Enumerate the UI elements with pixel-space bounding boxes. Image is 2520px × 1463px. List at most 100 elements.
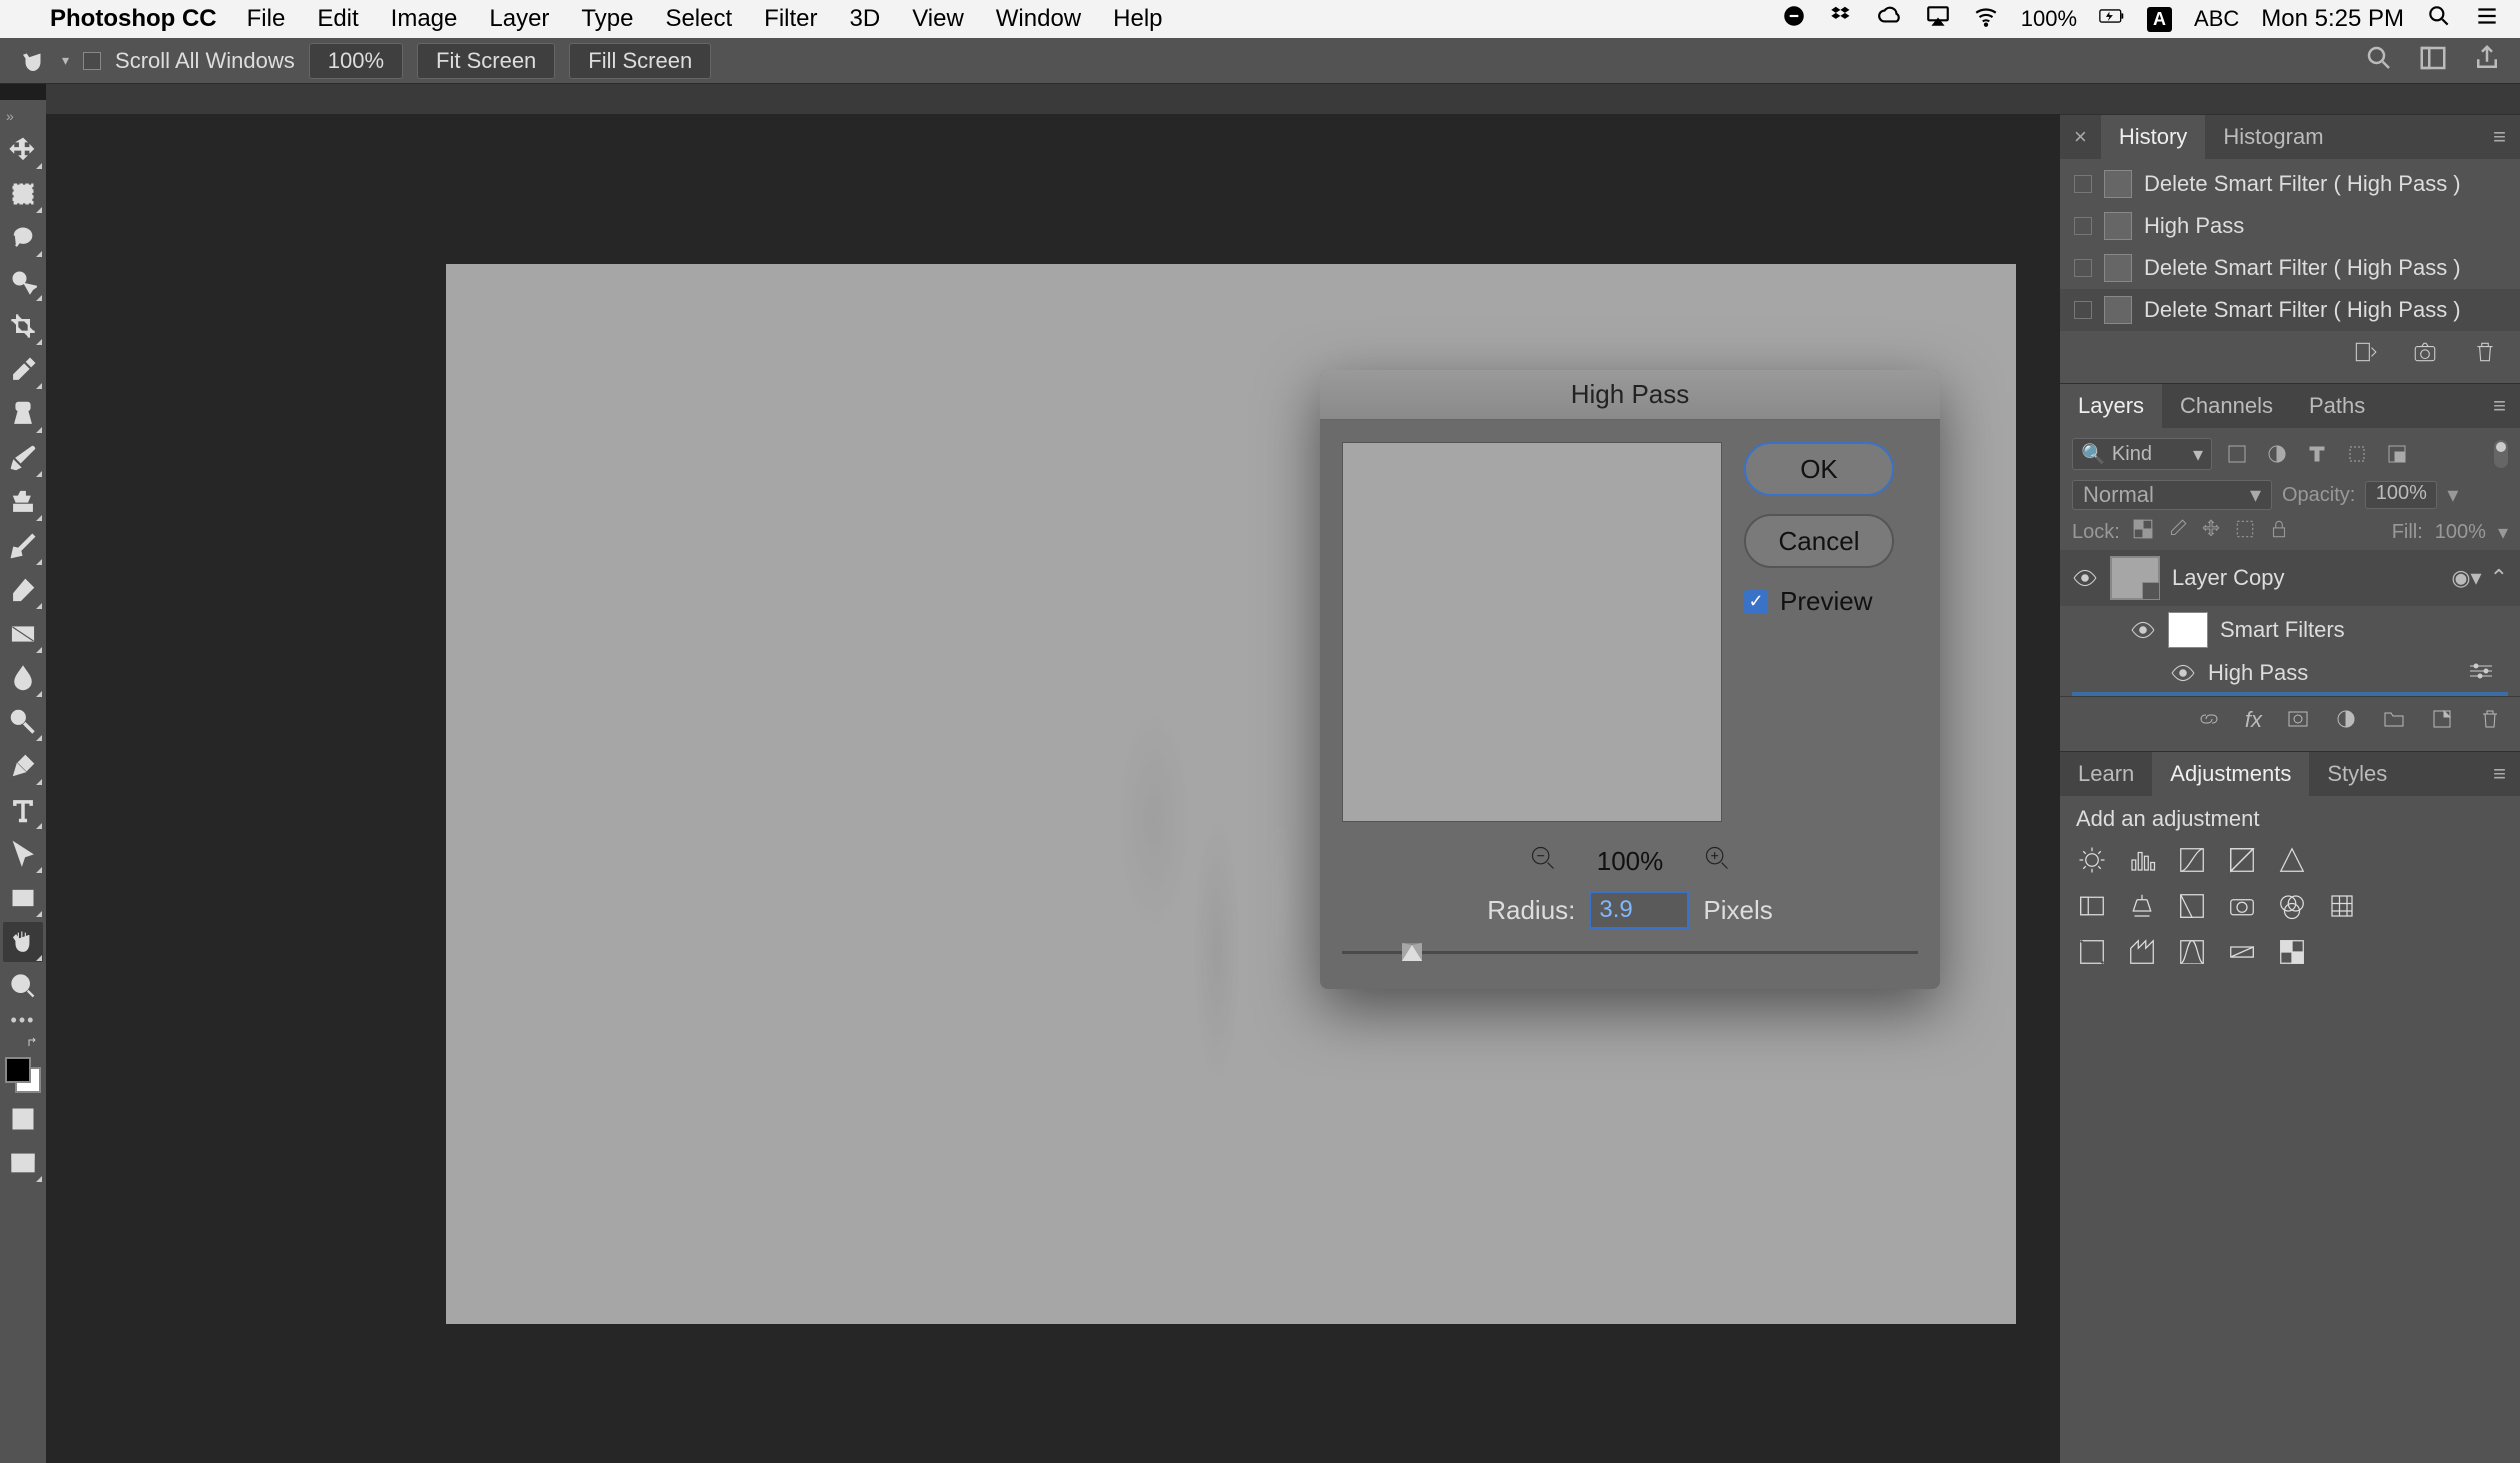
- menu-layer[interactable]: Layer: [489, 5, 549, 33]
- rectangle-tool[interactable]: [3, 878, 43, 918]
- gradient-map-icon[interactable]: [2226, 936, 2258, 968]
- hand-tool[interactable]: [3, 922, 43, 962]
- clone-stamp-tool[interactable]: [3, 482, 43, 522]
- filter-pixel-icon[interactable]: [2222, 439, 2252, 469]
- menu-help[interactable]: Help: [1113, 5, 1162, 33]
- tab-paths[interactable]: Paths: [2291, 384, 2383, 428]
- threshold-icon[interactable]: [2176, 936, 2208, 968]
- channel-mixer-icon[interactable]: [2276, 890, 2308, 922]
- history-item[interactable]: High Pass: [2060, 205, 2520, 247]
- layer-mask-icon[interactable]: [2286, 707, 2310, 737]
- screen-mode-tool[interactable]: [3, 1143, 43, 1183]
- panel-menu-icon[interactable]: ≡: [2479, 761, 2520, 787]
- ok-button[interactable]: OK: [1744, 442, 1894, 496]
- delete-layer-icon[interactable]: [2478, 707, 2502, 737]
- spotlight-icon[interactable]: [2426, 3, 2452, 35]
- history-item[interactable]: Delete Smart Filter ( High Pass ): [2060, 289, 2520, 331]
- visibility-icon[interactable]: [2072, 565, 2098, 591]
- tools-expand-icon[interactable]: »: [0, 108, 46, 126]
- levels-icon[interactable]: [2126, 844, 2158, 876]
- creative-cloud-icon[interactable]: [1877, 3, 1903, 35]
- filter-adjust-icon[interactable]: [2262, 439, 2292, 469]
- color-swatches[interactable]: [3, 1055, 43, 1095]
- path-select-tool[interactable]: [3, 834, 43, 874]
- new-layer-icon[interactable]: [2430, 707, 2454, 737]
- delete-state-icon[interactable]: [2472, 339, 2498, 371]
- dropbox-icon[interactable]: [1829, 3, 1855, 35]
- radius-slider[interactable]: [1342, 939, 1918, 967]
- quick-select-tool[interactable]: [3, 262, 43, 302]
- input-source-label[interactable]: ABC: [2194, 6, 2239, 32]
- filter-smart-icon[interactable]: [2382, 439, 2412, 469]
- visibility-icon[interactable]: [2170, 660, 2196, 686]
- zoom-in-icon[interactable]: [1703, 844, 1731, 879]
- tab-layers[interactable]: Layers: [2060, 384, 2162, 428]
- dialog-preview[interactable]: [1342, 442, 1722, 822]
- healing-brush-tool[interactable]: [3, 394, 43, 434]
- move-tool[interactable]: [3, 130, 43, 170]
- adjustment-layer-icon[interactable]: [2334, 707, 2358, 737]
- smart-filters-row[interactable]: Smart Filters: [2060, 606, 2520, 654]
- visibility-icon[interactable]: [2130, 617, 2156, 643]
- slider-thumb-icon[interactable]: [1402, 943, 1422, 961]
- type-tool[interactable]: [3, 790, 43, 830]
- history-item[interactable]: Delete Smart Filter ( High Pass ): [2060, 247, 2520, 289]
- brush-tool[interactable]: [3, 438, 43, 478]
- new-doc-from-state-icon[interactable]: [2352, 339, 2378, 371]
- gradient-tool[interactable]: [3, 614, 43, 654]
- wifi-icon[interactable]: [1973, 3, 1999, 35]
- tab-channels[interactable]: Channels: [2162, 384, 2291, 428]
- filter-type-icon[interactable]: [2302, 439, 2332, 469]
- layer-style-icon[interactable]: fx: [2245, 707, 2262, 737]
- smart-filter-indicator-icon[interactable]: ◉▾: [2451, 565, 2481, 591]
- posterize-icon[interactable]: [2126, 936, 2158, 968]
- menu-select[interactable]: Select: [665, 5, 732, 33]
- airplay-icon[interactable]: [1925, 3, 1951, 35]
- swap-colors-icon[interactable]: [3, 1035, 43, 1051]
- input-source-icon[interactable]: A: [2147, 7, 2172, 32]
- panel-menu-icon[interactable]: ≡: [2479, 124, 2520, 150]
- dodge-tool[interactable]: [3, 702, 43, 742]
- search-icon[interactable]: [2364, 43, 2394, 79]
- menu-3d[interactable]: 3D: [850, 5, 881, 33]
- panel-menu-icon[interactable]: ≡: [2479, 393, 2520, 419]
- workspace-icon[interactable]: [2418, 43, 2448, 79]
- photo-filter-icon[interactable]: [2226, 890, 2258, 922]
- group-icon[interactable]: [2382, 707, 2406, 737]
- smart-filter-item[interactable]: High Pass: [2060, 654, 2520, 692]
- layer-name[interactable]: Layer Copy: [2172, 565, 2285, 591]
- fill-input[interactable]: 100%: [2435, 521, 2486, 544]
- tab-adjustments[interactable]: Adjustments: [2152, 752, 2309, 796]
- tab-styles[interactable]: Styles: [2309, 752, 2405, 796]
- battery-icon[interactable]: [2099, 3, 2125, 35]
- filter-toggle[interactable]: [2494, 440, 2508, 468]
- preview-checkbox[interactable]: ✓: [1744, 590, 1768, 614]
- filter-mask-thumbnail[interactable]: [2168, 612, 2208, 648]
- tool-preset-chevron-icon[interactable]: ▾: [62, 52, 69, 69]
- filter-name[interactable]: High Pass: [2208, 660, 2308, 686]
- marquee-tool[interactable]: [3, 174, 43, 214]
- menu-view[interactable]: View: [912, 5, 964, 33]
- eraser-tool[interactable]: [3, 570, 43, 610]
- link-layers-icon[interactable]: [2197, 707, 2221, 737]
- layer-expand-icon[interactable]: ⌃: [2490, 565, 2508, 591]
- tab-history[interactable]: History: [2101, 115, 2205, 159]
- hue-sat-icon[interactable]: [2076, 890, 2108, 922]
- fill-screen-button[interactable]: Fill Screen: [569, 43, 711, 79]
- zoom-out-icon[interactable]: [1529, 844, 1557, 879]
- panel-close-icon[interactable]: ×: [2060, 124, 2101, 150]
- layer-row[interactable]: Layer Copy ◉▾ ⌃: [2060, 550, 2520, 606]
- layer-filter-kind[interactable]: 🔍Kind▾: [2072, 438, 2212, 470]
- cancel-button[interactable]: Cancel: [1744, 514, 1894, 568]
- exposure-icon[interactable]: [2226, 844, 2258, 876]
- brightness-contrast-icon[interactable]: [2076, 844, 2108, 876]
- menu-type[interactable]: Type: [581, 5, 633, 33]
- blur-tool[interactable]: [3, 658, 43, 698]
- tab-learn[interactable]: Learn: [2060, 752, 2152, 796]
- lock-paint-icon[interactable]: [2166, 518, 2188, 546]
- menu-image[interactable]: Image: [391, 5, 458, 33]
- scroll-all-checkbox[interactable]: [83, 52, 101, 70]
- history-brush-tool[interactable]: [3, 526, 43, 566]
- color-balance-icon[interactable]: [2126, 890, 2158, 922]
- lasso-tool[interactable]: [3, 218, 43, 258]
